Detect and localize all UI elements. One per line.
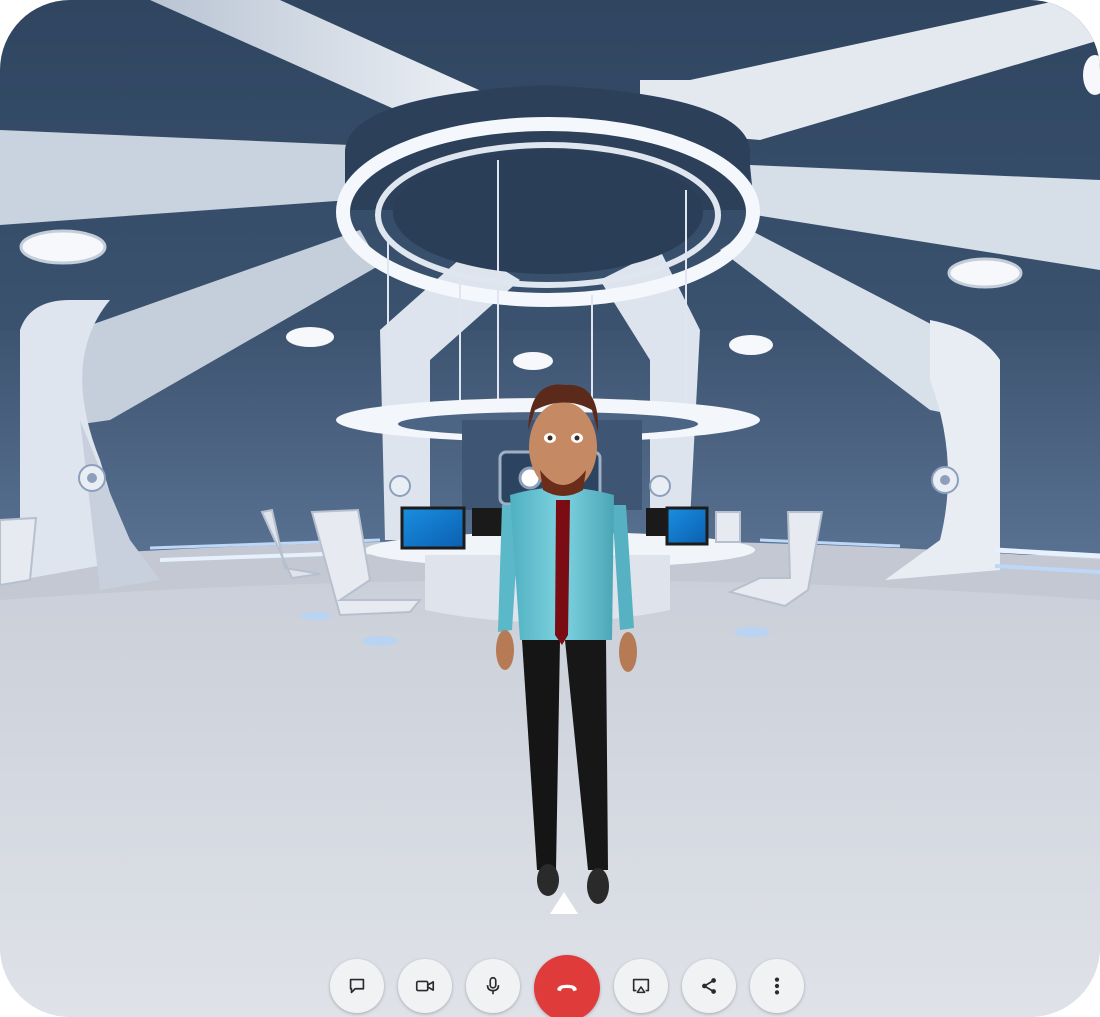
chat-button[interactable] (330, 959, 384, 1013)
microphone-icon (486, 976, 500, 995)
video-camera-icon (415, 980, 435, 992)
more-vertical-icon (774, 977, 780, 995)
call-toolbar (330, 955, 804, 1017)
screen-share-button[interactable] (614, 959, 668, 1013)
3d-viewport[interactable] (0, 0, 1100, 1017)
camera-button[interactable] (398, 959, 452, 1013)
share-button[interactable] (682, 959, 736, 1013)
cast-screen-icon (632, 978, 650, 994)
hang-up-icon (557, 984, 577, 992)
meeting-room-scene[interactable] (0, 0, 1100, 1017)
chat-bubble-icon (349, 978, 365, 994)
move-direction-arrow (550, 892, 578, 914)
microphone-button[interactable] (466, 959, 520, 1013)
end-call-button[interactable] (534, 955, 600, 1017)
share-icon (702, 978, 716, 994)
more-options-button[interactable] (750, 959, 804, 1013)
